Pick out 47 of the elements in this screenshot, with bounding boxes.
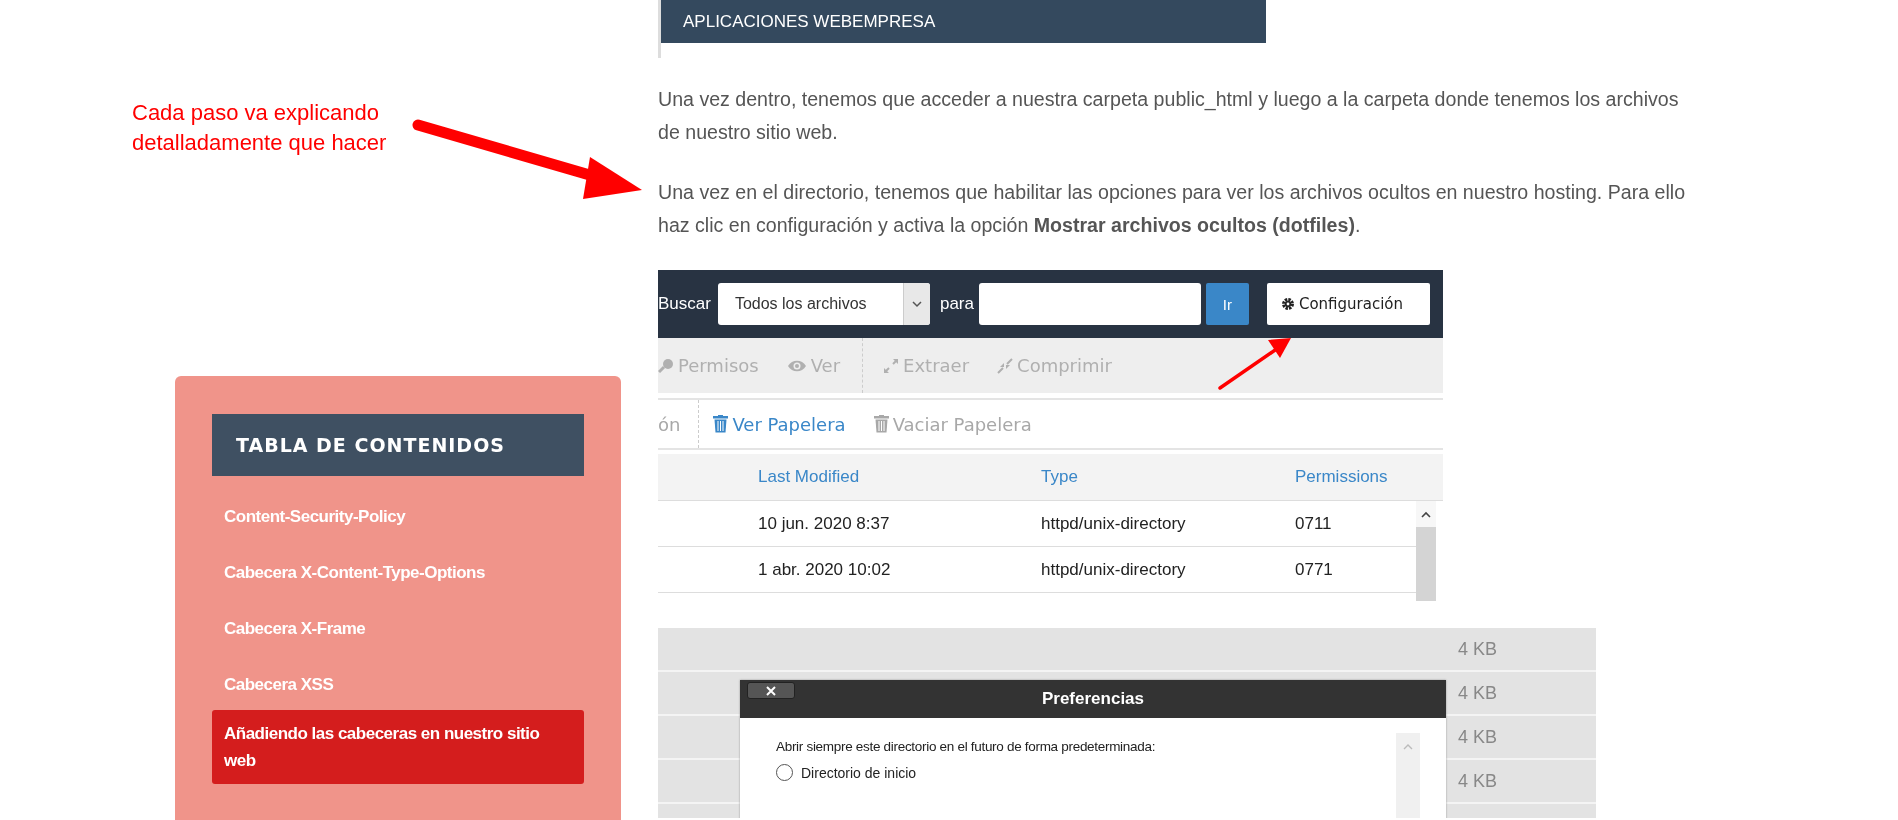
scroll-up-icon — [1403, 743, 1413, 750]
settings-button[interactable]: Configuración — [1266, 283, 1430, 325]
trash-icon — [873, 415, 889, 433]
trash-button[interactable]: Ver Papelera — [699, 400, 860, 448]
search-field[interactable] — [978, 283, 1201, 325]
toc-link[interactable]: Cabecera XSS — [212, 664, 584, 705]
table-cell-text: 1 abr. 2020 10:02 — [758, 559, 892, 580]
eye-icon — [786, 358, 807, 373]
key-icon — [658, 357, 674, 374]
gear-icon — [1280, 297, 1295, 311]
go-button[interactable]: Ir — [1205, 283, 1249, 325]
radio-option[interactable]: Directorio de inicio — [776, 764, 1396, 781]
table-cell-text: 0771 — [1295, 559, 1334, 580]
column-header[interactable]: Permissions — [1295, 467, 1416, 487]
compress-icon — [997, 357, 1014, 374]
trash-icon — [713, 415, 729, 433]
paragraph: Una vez dentro, tenemos que acceder a nuestra carpeta public_html y luego a la carpeta donde tenemos los archivos de nuestro sitio web. — [658, 87, 1680, 145]
table-cell-text: 0711 — [1295, 513, 1333, 534]
close-icon — [766, 685, 776, 696]
toc-link[interactable]: Cabecera X-Content-Type-Options — [212, 552, 584, 593]
close-button[interactable] — [747, 682, 795, 699]
annotation-text: Cada paso va explicando detalladamente que hacer — [132, 99, 388, 157]
table-cell-text: 10 jun. 2020 8:37 — [758, 513, 891, 534]
scroll-up-icon — [1421, 511, 1431, 518]
scrollbar[interactable] — [1416, 501, 1436, 601]
search-label: Buscar — [658, 294, 711, 314]
toc-link[interactable]: Añadiendo las cabeceras en nuestro sitio web — [212, 710, 584, 784]
scrollbar[interactable] — [1396, 733, 1420, 818]
for-label: para — [939, 294, 974, 314]
toc-link[interactable]: Content-Security-Policy — [212, 496, 584, 537]
file-size: 4 KB — [1458, 638, 1498, 660]
dialog-prompt: Abrir siempre este directorio en el futuro de forma predeterminada: — [776, 739, 1157, 754]
file-size: 4 KB — [1458, 726, 1498, 748]
scope-dropdown[interactable]: Todos los archivos — [717, 283, 930, 325]
caret-icon — [911, 300, 922, 308]
column-header[interactable]: Type — [1041, 467, 1295, 487]
file-size: 4 KB — [1458, 770, 1498, 792]
column-header[interactable]: Last Modified — [758, 467, 1041, 487]
table-cell-text: httpd/unix-directory — [1041, 513, 1187, 534]
table-cell-text: httpd/unix-directory — [1041, 559, 1187, 580]
file-size: 4 KB — [1458, 682, 1498, 704]
paragraph: Una vez en el directorio, tenemos que habilitar las opciones para ver los archivos ocultos en nuestro hosting. Para ello haz clic en configuración y activa la opción Mostrar archivos ocultos (dotfiles). — [658, 180, 1687, 238]
toc-link[interactable]: Cabecera X-Frame — [212, 608, 584, 649]
expand-icon — [883, 357, 900, 374]
section-banner: APLICACIONES WEBEMPRESA — [661, 0, 1266, 43]
toc-title: TABLA DE CONTENIDOS — [212, 414, 584, 476]
dialog-title: Preferencias — [1041, 689, 1145, 709]
